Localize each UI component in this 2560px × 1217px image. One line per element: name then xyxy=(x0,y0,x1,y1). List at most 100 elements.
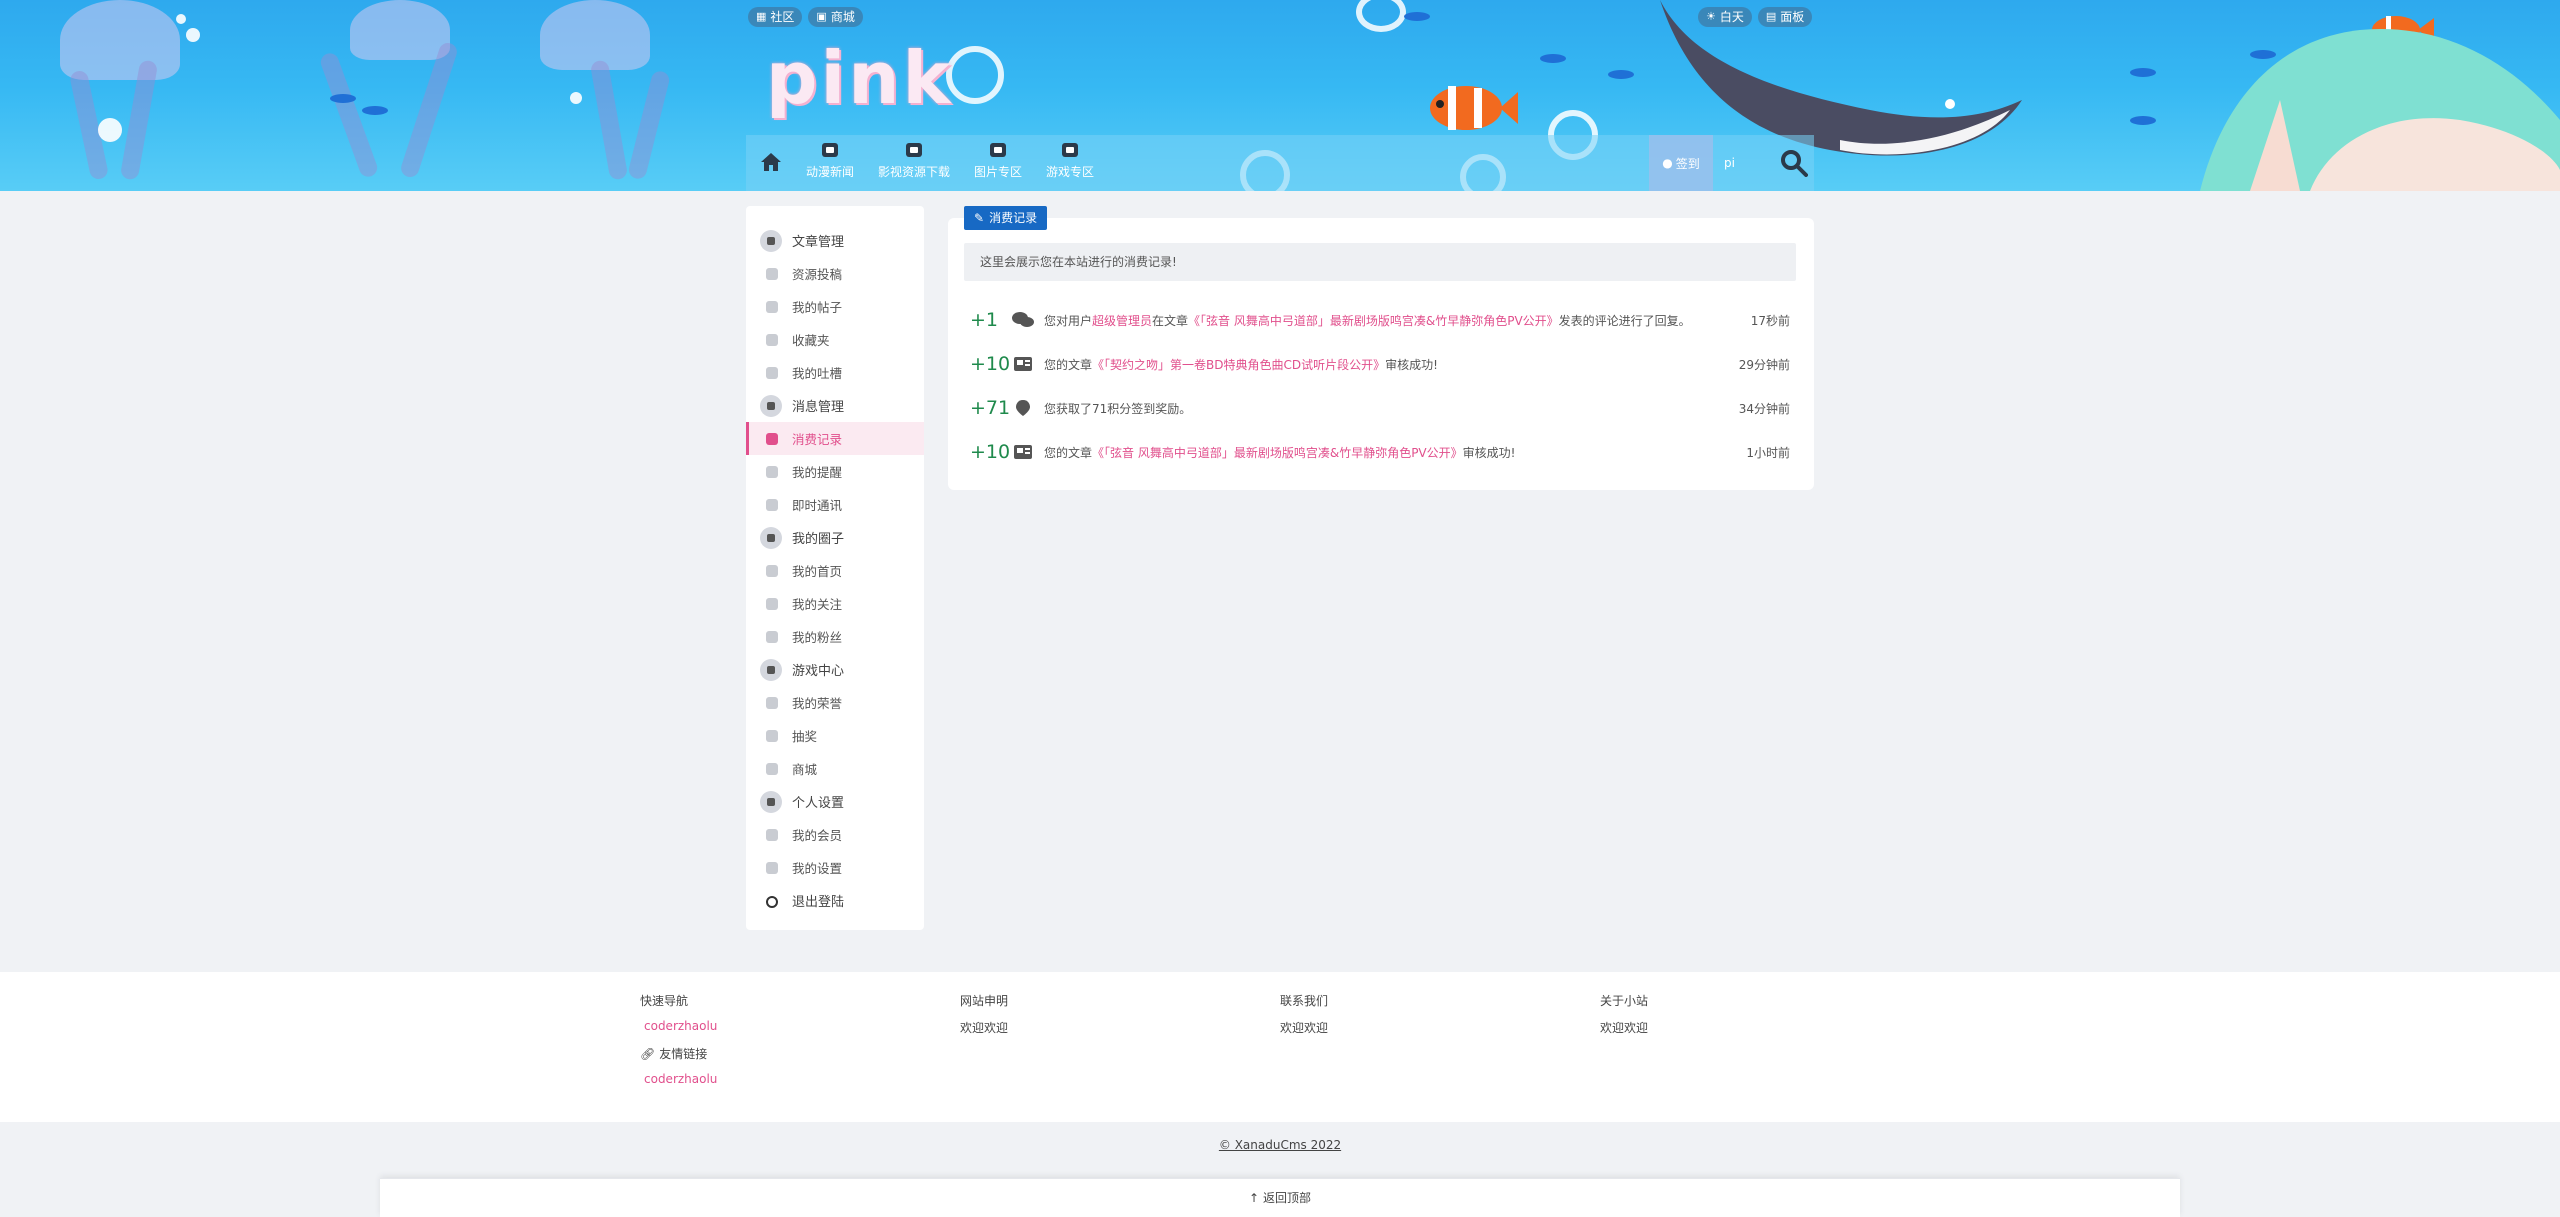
sidebar-item[interactable]: 退出登陆 xyxy=(746,884,924,917)
record-points: +1 xyxy=(970,309,999,331)
sidebar-item[interactable]: 消费记录 xyxy=(746,422,924,455)
sidebar-item[interactable]: 即时通讯 xyxy=(746,488,924,521)
nav-label: 影视资源下载 xyxy=(878,165,951,179)
fish-decoration xyxy=(2130,116,2156,125)
record-time: 34分钟前 xyxy=(1738,401,1790,416)
record-suffix: 发表的评论进行了回复。 xyxy=(1558,313,1691,328)
sidebar-item-label: 我的会员 xyxy=(792,828,843,843)
user-menu[interactable]: pi xyxy=(1724,135,1735,191)
nav-label: 图片专区 xyxy=(974,165,1023,179)
copyright-link[interactable]: © XanaduCms 2022 xyxy=(0,1138,2560,1152)
sidebar-item-label: 我的吐槽 xyxy=(792,366,843,381)
bell-small-icon xyxy=(766,465,778,478)
sidebar-item-label: 我的帖子 xyxy=(792,300,843,315)
sidebar-item[interactable]: 我的会员 xyxy=(746,818,924,851)
record-text: 您获取了71积分签到奖励。 xyxy=(1044,400,1739,417)
nav-item-images[interactable]: 图片专区 xyxy=(974,143,1022,180)
sidebar-item[interactable]: 文章管理 xyxy=(746,224,924,257)
sidebar-item[interactable]: 抽奖 xyxy=(746,719,924,752)
sun-icon: ☀ xyxy=(1706,10,1716,23)
jellyfish-tentacle xyxy=(589,59,629,181)
gift-icon xyxy=(766,729,778,742)
sidebar-item-label: 游戏中心 xyxy=(792,664,845,679)
friend-link[interactable]: coderzhaolu xyxy=(644,1072,717,1086)
bubble-decoration xyxy=(186,28,200,42)
nav-label: 游戏专区 xyxy=(1046,165,1095,179)
record-row: +10 您的文章《「契约之吻」第一卷BD特典角色曲CD试听片段公开》审核成功! 29… xyxy=(970,344,1790,384)
id-card-icon: ▤ xyxy=(1765,10,1777,23)
sidebar-item[interactable]: 消息管理 xyxy=(746,389,924,422)
back-to-top-button[interactable]: ↑ 返回顶部 xyxy=(380,1178,2180,1217)
fish-decoration xyxy=(362,106,388,115)
sidebar-item-label: 消息管理 xyxy=(792,400,845,415)
sidebar-item[interactable]: 我的荣誉 xyxy=(746,686,924,719)
footer-link[interactable]: coderzhaolu xyxy=(644,1019,717,1033)
home-icon[interactable] xyxy=(760,152,782,172)
record-prefix: 您对用户 xyxy=(1044,313,1093,328)
sidebar-item-label: 个人设置 xyxy=(792,796,845,811)
sidebar-item-label: 我的设置 xyxy=(792,861,843,876)
sidebar-item-label: 我的关注 xyxy=(792,597,843,612)
map-pin-icon: ● xyxy=(1662,156,1673,170)
download-icon xyxy=(906,143,923,157)
record-row: +71 您获取了71积分签到奖励。 34分钟前 xyxy=(970,388,1790,428)
news-icon xyxy=(822,143,838,157)
bubble-decoration xyxy=(1356,0,1406,32)
checkin-button[interactable]: ● 签到 xyxy=(1649,135,1713,191)
sidebar-item[interactable]: 商城 xyxy=(746,752,924,785)
sidebar-item[interactable]: 我的圈子 xyxy=(746,521,924,554)
bubble-decoration xyxy=(570,92,582,104)
sidebar-item[interactable]: 我的帖子 xyxy=(746,290,924,323)
header-banner: ▦ 社区 ▣ 商城 ☀ 白天 ▤ 面板 pink 动漫新闻 影视资源下载 图片专… xyxy=(0,0,2560,191)
sidebar-item-label: 商城 xyxy=(792,762,818,777)
search-icon[interactable] xyxy=(1780,149,1808,177)
nav-label: 动漫新闻 xyxy=(806,165,855,179)
fish-decoration xyxy=(1608,70,1634,79)
sidebar-item[interactable]: 我的关注 xyxy=(746,587,924,620)
record-link[interactable]: 《「弦音 风舞高中弓道部」最新剧场版鸣宫凑&竹早静弥角色PV公开》 xyxy=(1092,446,1463,460)
sidebar-item[interactable]: 我的提醒 xyxy=(746,455,924,488)
sidebar-item-label: 我的粉丝 xyxy=(792,630,843,645)
sidebar-item-label: 退出登陆 xyxy=(792,895,845,910)
top-left-links: ▦ 社区 ▣ 商城 xyxy=(748,7,863,27)
record-prefix: 您获取了71积分签到奖励。 xyxy=(1044,401,1192,416)
community-link[interactable]: ▦ 社区 xyxy=(748,7,803,27)
record-link[interactable]: 《「契约之吻」第一卷BD特典角色曲CD试听片段公开》 xyxy=(1092,358,1385,372)
sidebar-item[interactable]: 我的首页 xyxy=(746,554,924,587)
sidebar-item[interactable]: 收藏夹 xyxy=(746,323,924,356)
sidebar-item[interactable]: 游戏中心 xyxy=(746,653,924,686)
site-logo[interactable]: pink xyxy=(766,36,953,120)
fish-decoration xyxy=(330,94,356,103)
fish-decoration xyxy=(1404,12,1430,21)
sidebar-item-label: 我的提醒 xyxy=(792,465,843,480)
footer-text: 欢迎欢迎 xyxy=(1600,1021,1649,1035)
record-link[interactable]: 《「弦音 风舞高中弓道部」最新剧场版鸣宫凑&竹早静弥角色PV公开》 xyxy=(1188,314,1559,328)
bell-icon xyxy=(760,394,782,417)
jellyfish-tentacle xyxy=(626,69,672,181)
sidebar-item[interactable]: 个人设置 xyxy=(746,785,924,818)
shop-link[interactable]: ▣ 商城 xyxy=(808,7,863,27)
sidebar-item[interactable]: 我的吐槽 xyxy=(746,356,924,389)
record-points: +10 xyxy=(970,441,1011,463)
sidebar-item[interactable]: 资源投稿 xyxy=(746,257,924,290)
record-text: 您的文章《「契约之吻」第一卷BD特典角色曲CD试听片段公开》审核成功! xyxy=(1044,356,1739,373)
record-mid: 在文章 xyxy=(1152,313,1189,328)
envelope-icon xyxy=(766,498,778,511)
sidebar-item[interactable]: 我的设置 xyxy=(746,851,924,884)
footer-col-contact: 联系我们 欢迎欢迎 xyxy=(1280,992,1328,1036)
record-time: 29分钟前 xyxy=(1738,357,1790,372)
nav-menu: 动漫新闻 影视资源下载 图片专区 游戏专区 xyxy=(806,143,1094,180)
nav-item-games[interactable]: 游戏专区 xyxy=(1046,143,1094,180)
footer-heading: 快速导航 xyxy=(640,994,689,1008)
comments-icon xyxy=(766,366,778,379)
day-mode-toggle[interactable]: ☀ 白天 xyxy=(1698,7,1752,27)
sidebar-item[interactable]: 我的粉丝 xyxy=(746,620,924,653)
nav-item-video-download[interactable]: 影视资源下载 xyxy=(878,143,950,180)
record-user[interactable]: 超级管理员 xyxy=(1092,314,1152,328)
nav-item-anime-news[interactable]: 动漫新闻 xyxy=(806,143,854,180)
gamepad-icon xyxy=(760,658,782,681)
footer-heading: 联系我们 xyxy=(1280,994,1329,1008)
panel-link[interactable]: ▤ 面板 xyxy=(1757,7,1813,27)
sidebar-item-label: 收藏夹 xyxy=(792,333,830,348)
day-mode-label: 白天 xyxy=(1719,10,1744,24)
